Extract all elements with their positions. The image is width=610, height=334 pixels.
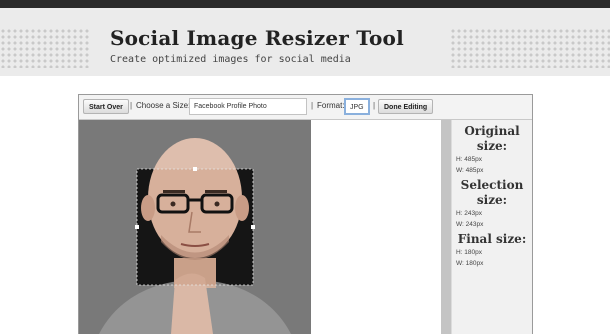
choose-size-label: Choose a Size: (136, 101, 191, 110)
final-height: H: 180px (456, 249, 483, 256)
format-label: Format: (317, 101, 345, 110)
toolbar-separator: | (373, 101, 376, 110)
toolbar-separator: | (130, 101, 133, 110)
original-height: H: 485px (456, 156, 483, 163)
dotted-arrow-decoration-right (450, 28, 610, 68)
scrollbar-gutter[interactable] (441, 120, 451, 334)
format-select[interactable]: JPG (344, 98, 370, 115)
selection-size-heading: Selection size: (460, 178, 524, 207)
image-canvas[interactable] (79, 120, 311, 334)
editor-panel: Start Over | Choose a Size: Facebook Pro… (78, 94, 533, 334)
top-strip (0, 0, 610, 8)
original-width: W: 485px (456, 167, 484, 174)
canvas-empty-area (311, 120, 441, 334)
selection-height: H: 243px (456, 210, 483, 217)
portrait-photo (79, 120, 311, 334)
final-size-heading: Final size: (457, 232, 527, 246)
editor-toolbar: Start Over | Choose a Size: Facebook Pro… (79, 95, 532, 120)
selection-width: W: 243px (456, 221, 484, 228)
done-editing-button[interactable]: Done Editing (378, 99, 434, 114)
site-subtitle: Create optimized images for social media (110, 54, 351, 65)
toolbar-separator: | (311, 101, 314, 110)
site-title[interactable]: Social Image Resizer Tool (110, 26, 404, 50)
size-select[interactable]: Facebook Profile Photo (189, 98, 307, 115)
start-over-button[interactable]: Start Over (83, 99, 129, 114)
original-size-heading: Original size: (464, 124, 520, 153)
final-width: W: 180px (456, 260, 484, 267)
dotted-arrow-decoration-left (0, 28, 90, 68)
site-header: Social Image Resizer Tool Create optimiz… (0, 8, 610, 76)
size-info-sidebar: Original size: H: 485px W: 485px Selecti… (451, 120, 532, 334)
